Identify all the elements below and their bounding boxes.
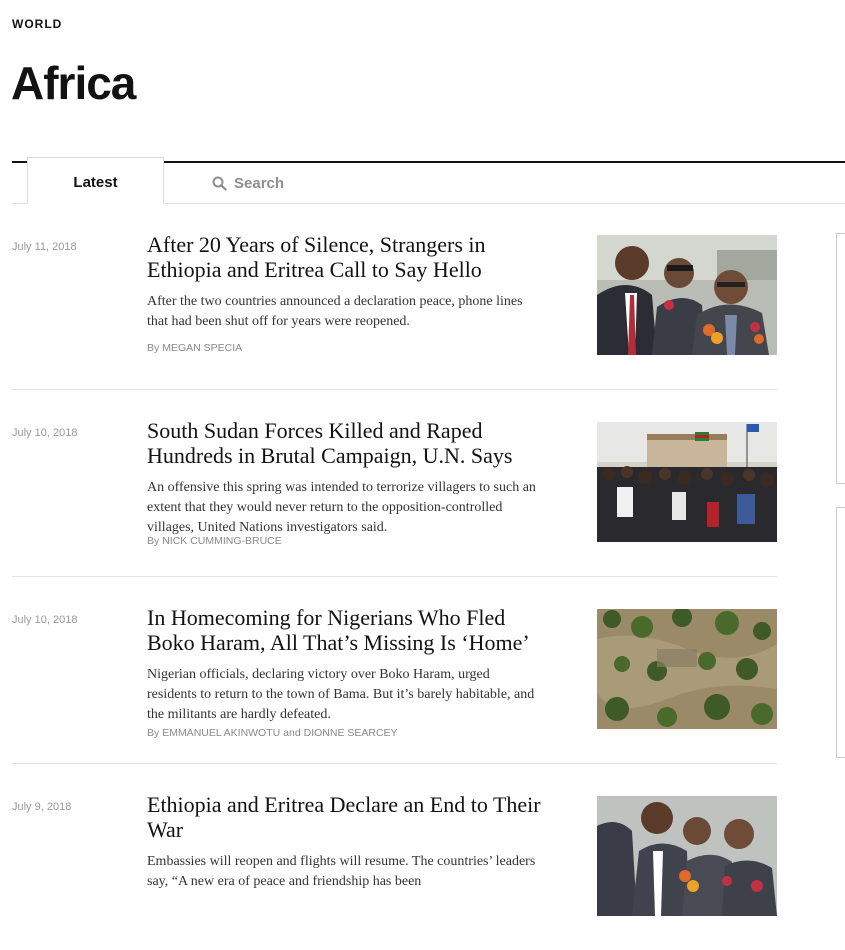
- tab-latest[interactable]: Latest: [27, 157, 164, 204]
- side-panel-edge: [836, 507, 845, 758]
- byline-author[interactable]: DIONNE SEARCEY: [304, 727, 398, 739]
- byline-author[interactable]: NICK CUMMING-BRUCE: [162, 535, 282, 547]
- story-headline[interactable]: In Homecoming for Nigerians Who Fled Bok…: [147, 605, 547, 655]
- story-summary: After the two countries announced a decl…: [147, 294, 523, 329]
- story-list: July 11, 2018 After 20 Years of Silence,…: [0, 204, 790, 950]
- side-panel-edge: [836, 233, 845, 484]
- tab-search[interactable]: Search: [212, 173, 284, 193]
- story-image[interactable]: [597, 422, 777, 542]
- byline-prefix: By: [147, 727, 160, 739]
- story-byline: By NICK CUMMING-BRUCE: [147, 535, 282, 547]
- byline-author[interactable]: EMMANUEL AKINWOTU: [162, 727, 280, 739]
- story-byline: By MEGAN SPECIA: [147, 342, 242, 354]
- story-date: July 10, 2018: [12, 614, 78, 626]
- story-item: July 9, 2018 Ethiopia and Eritrea Declar…: [0, 764, 790, 950]
- story-image[interactable]: [597, 609, 777, 729]
- section-kicker[interactable]: WORLD: [12, 17, 62, 31]
- byline-prefix: By: [147, 535, 160, 547]
- byline-and: and: [283, 727, 301, 739]
- byline-author[interactable]: MEGAN SPECIA: [162, 342, 242, 354]
- story-item: July 11, 2018 After 20 Years of Silence,…: [0, 204, 790, 390]
- story-item: July 10, 2018 In Homecoming for Nigerian…: [0, 577, 790, 764]
- story-byline: By EMMANUEL AKINWOTU and DIONNE SEARCEY: [147, 727, 398, 739]
- byline-prefix: By: [147, 342, 160, 354]
- story-summary: Nigerian officials, declaring victory ov…: [147, 667, 535, 722]
- story-image[interactable]: [597, 796, 777, 916]
- story-date: July 11, 2018: [12, 241, 77, 253]
- tab-search-label: Search: [234, 174, 285, 192]
- story-date: July 9, 2018: [12, 801, 72, 813]
- story-headline[interactable]: After 20 Years of Silence, Strangers in …: [147, 232, 547, 282]
- page-title: Africa: [11, 57, 136, 109]
- story-summary: An offensive this spring was intended to…: [147, 480, 536, 535]
- story-headline[interactable]: Ethiopia and Eritrea Declare an End to T…: [147, 792, 547, 842]
- story-headline[interactable]: South Sudan Forces Killed and Raped Hund…: [147, 418, 547, 468]
- story-item: July 10, 2018 South Sudan Forces Killed …: [0, 390, 790, 577]
- search-icon: [212, 176, 227, 191]
- story-image[interactable]: [597, 235, 777, 355]
- story-date: July 10, 2018: [12, 427, 78, 439]
- story-summary: Embassies will reopen and flights will r…: [147, 854, 536, 889]
